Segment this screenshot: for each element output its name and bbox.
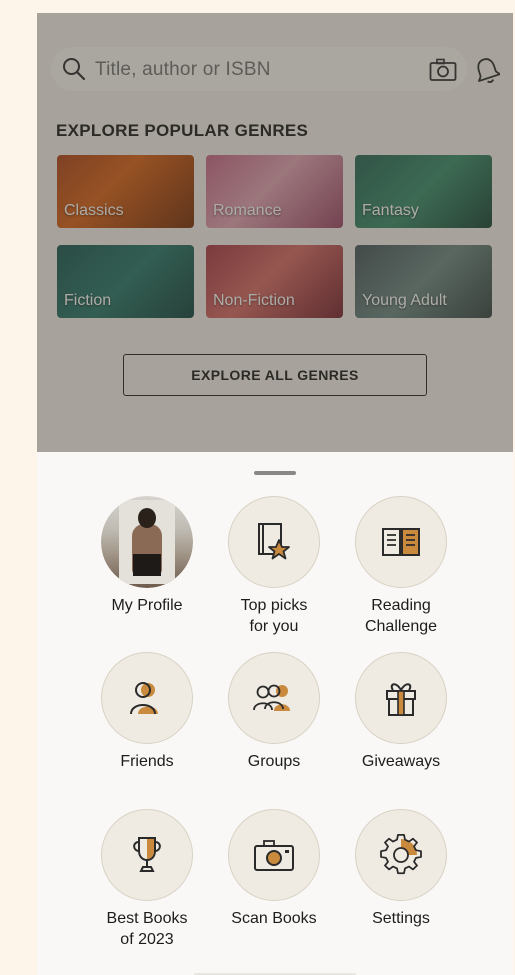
menu-item-settings[interactable]: Settings [338, 809, 464, 929]
genre-tile-non-fiction[interactable]: Non-Fiction [206, 245, 343, 318]
genre-tile-classics[interactable]: Classics [57, 155, 194, 228]
notification-bell-icon[interactable] [474, 55, 500, 85]
discover-content: Title, author or ISBN EXPLORE POPULAR GE… [37, 13, 513, 452]
camera-scan-icon[interactable] [429, 58, 457, 82]
menu-item-giveaways[interactable]: Giveaways [338, 652, 464, 772]
menu-item-groups[interactable]: Groups [211, 652, 337, 772]
search-icon [63, 58, 86, 81]
friends-icon [130, 682, 158, 715]
gift-icon [386, 683, 416, 716]
menu-item-label: Giveaways [361, 753, 441, 770]
app-screen: Title, author or ISBN EXPLORE POPULAR GE… [37, 13, 513, 975]
genre-label: Fiction [64, 292, 112, 309]
sheet-drag-handle[interactable] [254, 471, 296, 475]
genre-tile-young-adult[interactable]: Young Adult [355, 245, 492, 318]
avatar [101, 496, 193, 588]
gear-icon [380, 833, 422, 875]
menu-item-label: Reading Challenge [364, 597, 438, 635]
menu-item-label: Friends [120, 753, 174, 770]
genre-label: Classics [64, 202, 124, 219]
genre-label: Fantasy [362, 202, 419, 219]
section-title: EXPLORE POPULAR GENRES [56, 121, 309, 140]
genre-tile-fiction[interactable]: Fiction [57, 245, 194, 318]
groups-icon [253, 684, 290, 711]
trophy-icon [133, 837, 161, 872]
menu-item-label: Top picks for you [240, 597, 308, 635]
genre-tile-romance[interactable]: Romance [206, 155, 343, 228]
menu-item-scan-books[interactable]: Scan Books [211, 809, 337, 929]
menu-item-label: Best Books of 2023 [106, 910, 188, 948]
explore-all-genres-button[interactable]: EXPLORE ALL GENRES [123, 354, 427, 396]
menu-item-label: Scan Books [231, 910, 317, 927]
genre-label: Non-Fiction [213, 292, 295, 309]
menu-item-label: Settings [372, 910, 430, 927]
book-star-icon [258, 523, 290, 560]
menu-item-best-books[interactable]: Best Books of 2023 [84, 809, 210, 950]
menu-item-friends[interactable]: Friends [84, 652, 210, 772]
genre-tile-fantasy[interactable]: Fantasy [355, 155, 492, 228]
search-input[interactable]: Title, author or ISBN [95, 59, 271, 81]
genre-label: Young Adult [362, 292, 447, 309]
menu-item-reading-challenge[interactable]: Reading Challenge [338, 496, 464, 637]
open-book-icon [382, 528, 420, 556]
camera-icon [254, 840, 294, 871]
bottom-sheet: My Profile Top picks for you Reading Cha… [37, 452, 513, 975]
menu-item-top-picks[interactable]: Top picks for you [211, 496, 337, 637]
menu-item-label: My Profile [111, 597, 183, 614]
genre-label: Romance [213, 202, 282, 219]
menu-item-my-profile[interactable]: My Profile [84, 496, 210, 616]
menu-item-label: Groups [247, 753, 301, 770]
search-bar[interactable]: Title, author or ISBN [51, 47, 467, 91]
